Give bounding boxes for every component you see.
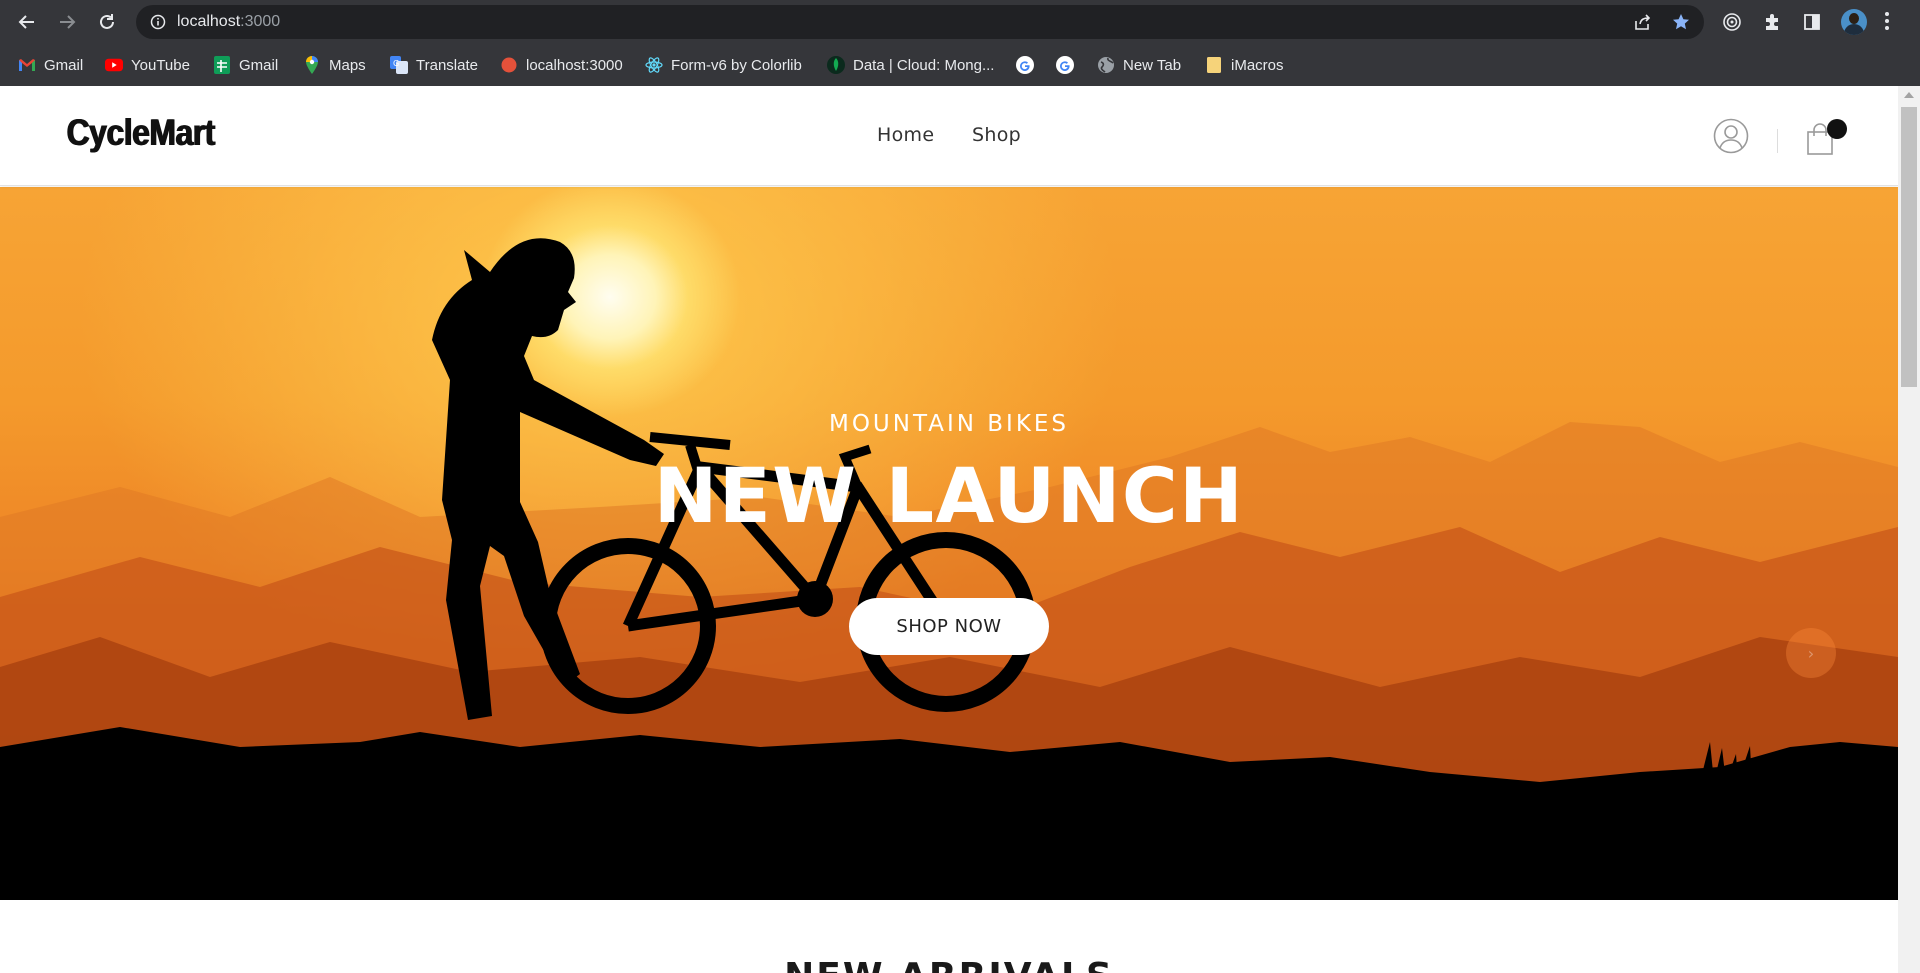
carousel-next-button[interactable]: › <box>1786 628 1836 678</box>
bookmark-label: Translate <box>416 56 478 74</box>
bookmark-localhost[interactable]: localhost:3000 <box>500 54 623 76</box>
forward-button[interactable] <box>52 7 82 37</box>
bookmark-gmail-sheets[interactable]: Gmail <box>213 54 278 76</box>
url-port: :3000 <box>240 13 281 30</box>
avatar-body <box>1844 24 1864 35</box>
gmail-icon <box>18 56 36 74</box>
target-icon <box>1723 13 1741 31</box>
bookmark-label: Form-v6 by Colorlib <box>671 56 802 74</box>
avatar-head <box>1849 13 1859 24</box>
sheets-icon <box>213 56 231 74</box>
globe-icon <box>1097 56 1115 74</box>
scroll-up-arrow[interactable] <box>1904 92 1914 98</box>
browser-toolbar: localhost:3000 <box>0 0 1920 44</box>
arrow-right-icon <box>60 15 76 29</box>
extension-target-button[interactable] <box>1720 10 1744 34</box>
bookmark-youtube[interactable]: YouTube <box>105 54 190 76</box>
bookmark-google-1[interactable] <box>1016 54 1042 76</box>
back-button[interactable] <box>12 7 42 37</box>
info-icon[interactable] <box>150 14 166 30</box>
mountain-biker-silhouette-image <box>0 238 1898 900</box>
bookmarks-bar: Gmail YouTube Gmail Maps G Translate loc… <box>0 44 1920 86</box>
side-panel-button[interactable] <box>1800 10 1824 34</box>
youtube-icon <box>105 56 123 74</box>
star-icon <box>1673 14 1689 30</box>
translate-icon: G <box>390 56 408 74</box>
profile-avatar[interactable] <box>1841 9 1867 35</box>
bookmark-label: Gmail <box>239 56 279 74</box>
svg-text:G: G <box>393 59 399 68</box>
share-icon <box>1635 14 1651 30</box>
bookmark-mongodb[interactable]: Data | Cloud: Mong... <box>827 54 994 76</box>
bookmark-label: YouTube <box>131 56 190 74</box>
bookmark-translate[interactable]: G Translate <box>390 54 478 76</box>
browser-chrome: localhost:3000 Gmail YouTube Gmail Maps … <box>0 0 1920 86</box>
page-scrollbar[interactable] <box>1898 86 1920 973</box>
reload-button[interactable] <box>92 7 122 37</box>
bookmark-new-tab[interactable]: New Tab <box>1097 54 1181 76</box>
site-logo[interactable]: CycleMart <box>66 112 215 154</box>
side-panel-icon <box>1804 14 1820 30</box>
cart-count-badge <box>1827 119 1847 139</box>
bookmark-label: Data | Cloud: Mong... <box>853 56 995 74</box>
new-arrivals-heading: NEW ARRIVALS <box>0 956 1898 973</box>
bookmark-maps[interactable]: Maps <box>303 54 366 76</box>
user-account-icon[interactable] <box>1713 118 1749 154</box>
bookmark-google-2[interactable] <box>1056 54 1082 76</box>
bookmark-label: Gmail <box>44 56 84 74</box>
hero-banner: MOUNTAIN BIKES NEW LAUNCH SHOP NOW › <box>0 187 1898 900</box>
bookmark-label: Maps <box>329 56 366 74</box>
address-bar[interactable]: localhost:3000 <box>136 5 1704 39</box>
url-text[interactable]: localhost:3000 <box>177 13 280 31</box>
reload-icon <box>100 14 114 29</box>
bookmark-imacros[interactable]: iMacros <box>1205 54 1284 76</box>
puzzle-icon <box>1766 14 1778 30</box>
share-button[interactable] <box>1632 11 1654 33</box>
bookmark-gmail[interactable]: Gmail <box>18 54 83 76</box>
nav-shop-link[interactable]: Shop <box>972 124 1021 146</box>
web-page: CycleMart Home Shop MOUNTAIN BIKES NEW L… <box>0 86 1898 973</box>
mongodb-leaf-icon <box>827 56 845 74</box>
google-icon <box>1016 56 1034 74</box>
bookmark-label: iMacros <box>1231 56 1284 74</box>
bookmark-star-button[interactable] <box>1670 11 1692 33</box>
browser-menu-icon[interactable] <box>1882 12 1892 32</box>
red-dot-icon <box>500 56 518 74</box>
extensions-button[interactable] <box>1760 10 1784 34</box>
hero-title: NEW LAUNCH <box>653 451 1245 540</box>
nav-home-link[interactable]: Home <box>877 124 934 146</box>
bookmark-label: localhost:3000 <box>526 56 623 74</box>
arrow-left-icon <box>18 15 34 29</box>
shop-now-button[interactable]: SHOP NOW <box>849 598 1049 655</box>
react-icon <box>645 56 663 74</box>
header-divider <box>1777 129 1778 153</box>
google-icon <box>1056 56 1074 74</box>
site-header: CycleMart Home Shop <box>0 86 1898 186</box>
maps-icon <box>303 56 321 74</box>
url-host: localhost <box>177 13 241 30</box>
folder-icon <box>1205 56 1223 74</box>
hero-subtitle: MOUNTAIN BIKES <box>828 411 1070 437</box>
scrollbar-thumb[interactable] <box>1901 107 1917 387</box>
bookmark-colorlib-form[interactable]: Form-v6 by Colorlib <box>645 54 802 76</box>
bookmark-label: New Tab <box>1123 56 1182 74</box>
